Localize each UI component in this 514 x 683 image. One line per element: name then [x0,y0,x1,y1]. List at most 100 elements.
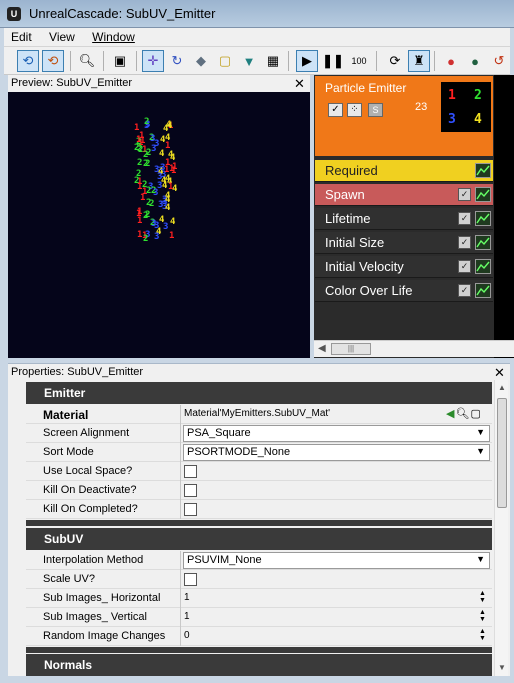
properties-panel: Emitter Material Material'MyEmitters.Sub… [8,380,510,676]
sort-mode-select[interactable]: PSORTMODE_None ▼ [183,444,490,461]
particle: 1 [137,230,143,240]
curve-editor-icon[interactable] [475,211,491,226]
particle: 2 [144,117,150,127]
menu-view[interactable]: View [42,28,82,47]
restart-level-icon[interactable]: ⟲ [42,50,64,72]
properties-close-icon[interactable]: ✕ [494,366,505,379]
scrollbar-thumb[interactable] [497,398,507,508]
undo-icon[interactable]: ↺ [488,50,510,72]
sphere-icon[interactable]: ● [464,50,486,72]
toggle-origin-axis-icon[interactable]: ↻ [166,50,188,72]
particle: 1 [164,165,170,175]
emitter-thumbnail: 1 2 3 4 [441,82,491,132]
module-enable-checkbox[interactable]: ✓ [458,188,471,201]
preview-close-icon[interactable]: ✕ [294,77,305,90]
save-thumbnail-icon[interactable]: ▣ [109,50,131,72]
particle: 2 [145,210,151,220]
spinner-icon[interactable]: ▲ ▼ [479,628,489,642]
title-bar: U UnrealCascade: SubUV_Emitter [0,0,514,28]
curve-editor-icon[interactable] [475,187,491,202]
spinner-icon[interactable]: ▲ ▼ [479,609,489,623]
category-emitter[interactable]: Emitter [26,382,492,404]
preview-panel-header: Preview: SubUV_Emitter ✕ [8,75,310,92]
grid-icon[interactable]: ▦ [262,50,284,72]
particle: 2 [142,180,148,190]
toolbar: ⟲ ⟲ 🔍︎ ▣ ✛ ↻ ◆ ▢ ▼ ▦ ▶ ❚❚ 100 ⟳ ♜ ● ● ↺ [4,47,510,75]
property-row-sub-images-horizontal: Sub Images_ Horizontal 1 ▲ ▼ [26,589,492,608]
property-row-random-image-changes: Random Image Changes 0 ▲ ▼ [26,627,492,646]
clear-icon: ▢ [470,408,482,420]
particle: 2 [134,143,140,153]
material-value[interactable]: Material'MyEmitters.SubUV_Mat' [184,408,330,419]
random-image-changes-input[interactable]: 0 [184,630,190,641]
curve-editor-icon[interactable] [475,235,491,250]
particle: 4 [159,149,165,159]
realtime-icon[interactable]: ♜ [408,50,430,72]
preview-title: Preview: SubUV_Emitter [11,77,133,89]
particle: 3 [154,232,160,242]
particle: 1 [169,231,175,241]
particle: 3 [154,139,160,149]
loop-icon[interactable]: ⟳ [384,50,406,72]
category-normals[interactable]: Normals [26,654,492,676]
kill-on-deactivate-checkbox[interactable] [184,484,197,497]
scroll-left-icon[interactable]: ◀ [318,343,326,354]
window-title: UnrealCascade: SubUV_Emitter [29,6,216,21]
category-subuv[interactable]: SubUV [26,528,492,550]
module-enable-checkbox[interactable]: ✓ [458,284,471,297]
emitter-render-mode-icon[interactable]: ⁘ [347,103,362,117]
sub-images-horizontal-input[interactable]: 1 [184,592,190,603]
chevron-down-icon: ▼ [476,554,485,564]
module-lifetime[interactable]: Lifetime ✓ [315,208,493,230]
wireframe-sphere-icon[interactable]: ▢ [214,50,236,72]
module-initial-velocity[interactable]: Initial Velocity ✓ [315,256,493,278]
module-enable-checkbox[interactable]: ✓ [458,260,471,273]
emitter-name: Particle Emitter [325,81,407,95]
particle: 4 [170,217,176,227]
play-icon[interactable]: ▶ [296,50,318,72]
scroll-down-icon[interactable]: ▼ [498,663,506,672]
properties-vertical-scrollbar[interactable]: ▲ ▼ [494,380,508,676]
preview-viewport[interactable]: 1111211111221212121121222332232222323323… [8,92,310,358]
scrollbar-thumb[interactable]: ||| [331,343,371,355]
emitter-enable-checkbox[interactable]: ✓ [328,103,343,117]
find-in-browser-icon[interactable]: 🔍︎ [76,50,98,72]
curve-editor-icon[interactable] [475,259,491,274]
particle: 4 [165,191,171,201]
particle: 2 [136,169,142,179]
emitter-horizontal-scrollbar[interactable]: ◀ ||| [314,340,514,357]
menu-window[interactable]: Window [85,28,142,47]
emitter-solo-button[interactable]: S [368,103,383,117]
sub-images-vertical-input[interactable]: 1 [184,611,190,622]
kill-on-completed-checkbox[interactable] [184,503,197,516]
toggle-orbit-icon[interactable]: ✛ [142,50,164,72]
lod-icon[interactable]: ● [440,50,462,72]
chevron-down-icon: ▼ [476,427,485,437]
module-initial-size[interactable]: Initial Size ✓ [315,232,493,254]
property-row-sort-mode: Sort Mode PSORTMODE_None ▼ [26,443,492,462]
material-action-icons[interactable]: ◀🔍︎▢ [446,407,482,420]
module-color-over-life[interactable]: Color Over Life ✓ [315,280,493,302]
restart-sim-icon[interactable]: ⟲ [17,50,39,72]
scale-uv-checkbox[interactable] [184,573,197,586]
curve-editor-icon[interactable] [475,163,491,178]
bounds-icon[interactable]: ▼ [238,50,260,72]
interpolation-method-select[interactable]: PSUVIM_None ▼ [183,552,490,569]
particle: 4 [165,133,171,143]
module-enable-checkbox[interactable]: ✓ [458,236,471,249]
speed-icon[interactable]: 100 [348,50,370,72]
scroll-up-icon[interactable]: ▲ [498,383,506,392]
emitter-card[interactable]: Particle Emitter ✓ ⁘ S 23 1 2 3 4 [315,76,493,156]
menu-edit[interactable]: Edit [4,28,39,47]
particle: 2 [137,158,143,168]
module-required[interactable]: Required [315,160,493,182]
module-enable-checkbox[interactable]: ✓ [458,212,471,225]
curve-editor-icon[interactable] [475,283,491,298]
use-local-space-checkbox[interactable] [184,465,197,478]
screen-alignment-select[interactable]: PSA_Square ▼ [183,425,490,442]
module-spawn[interactable]: Spawn ✓ [315,184,493,206]
background-color-icon[interactable]: ◆ [190,50,212,72]
spinner-icon[interactable]: ▲ ▼ [479,590,489,604]
menu-bar: Edit View Window [4,28,510,47]
pause-icon[interactable]: ❚❚ [322,50,344,72]
